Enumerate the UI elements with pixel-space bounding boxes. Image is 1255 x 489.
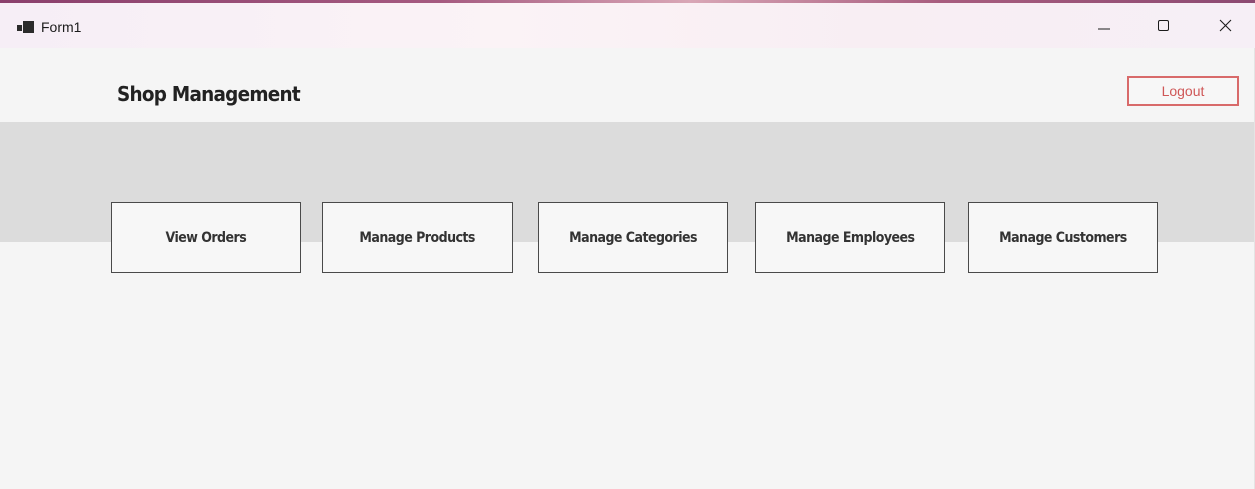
nav-button-label: Manage Categories bbox=[569, 229, 697, 246]
nav-button-label: Manage Customers bbox=[999, 229, 1127, 246]
maximize-icon bbox=[1158, 19, 1170, 32]
nav-button-label: View Orders bbox=[165, 229, 247, 246]
nav-button-label: Manage Products bbox=[359, 229, 476, 246]
manage-categories-button[interactable]: Manage Categories bbox=[538, 202, 728, 273]
close-icon bbox=[1219, 19, 1232, 32]
maximize-button[interactable] bbox=[1141, 3, 1187, 48]
nav-button-label: Manage Employees bbox=[785, 229, 915, 246]
title-bar[interactable]: Form1 bbox=[0, 3, 1255, 48]
window-title: Form1 bbox=[41, 19, 82, 35]
app-window: Form1 Shop Management Logout View Orders… bbox=[0, 0, 1255, 489]
minimize-icon bbox=[1098, 20, 1110, 32]
logout-button[interactable]: Logout bbox=[1127, 76, 1239, 106]
view-orders-button[interactable]: View Orders bbox=[111, 202, 301, 273]
page-title: Shop Management bbox=[117, 82, 301, 106]
manage-customers-button[interactable]: Manage Customers bbox=[968, 202, 1158, 273]
app-icon bbox=[17, 20, 35, 34]
minimize-button[interactable] bbox=[1081, 3, 1127, 48]
close-button[interactable] bbox=[1202, 3, 1248, 48]
manage-employees-button[interactable]: Manage Employees bbox=[755, 202, 945, 273]
manage-products-button[interactable]: Manage Products bbox=[322, 202, 513, 273]
